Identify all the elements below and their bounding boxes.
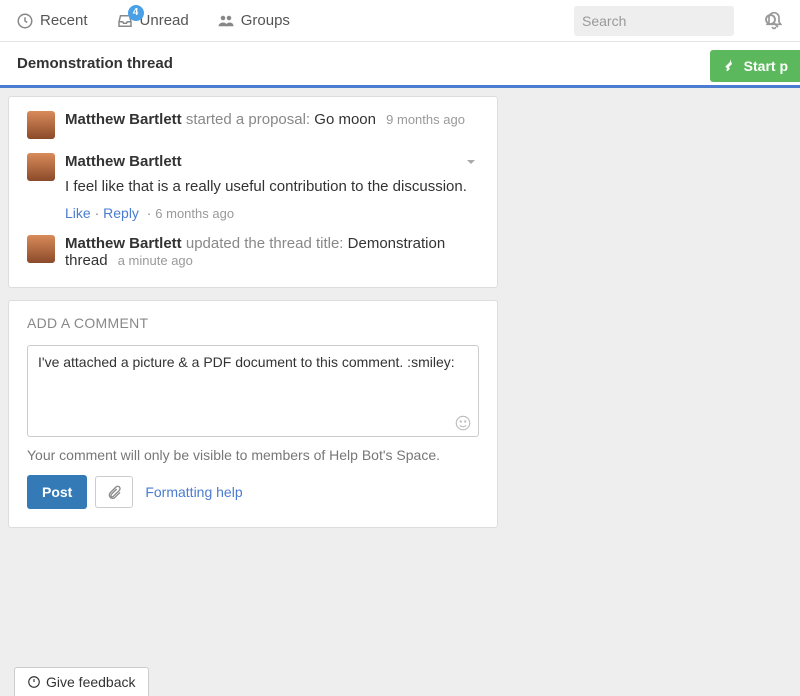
comment-textarea[interactable]	[38, 354, 468, 414]
activity-feed: Matthew Bartlett started a proposal: Go …	[8, 96, 498, 288]
author-name[interactable]: Matthew Bartlett	[65, 235, 182, 252]
start-proposal-button[interactable]: Start p	[710, 50, 800, 82]
post-button[interactable]: Post	[27, 475, 87, 509]
comment-textarea-wrap	[27, 345, 479, 437]
nav-groups[interactable]: Groups	[217, 12, 290, 30]
like-link[interactable]: Like	[65, 205, 91, 221]
add-comment-label: ADD A COMMENT	[27, 315, 479, 331]
chevron-down-icon[interactable]	[463, 153, 479, 169]
attach-button[interactable]	[95, 476, 133, 507]
activity-action: updated the thread title:	[186, 235, 344, 252]
clock-icon	[16, 12, 34, 30]
add-comment-card: ADD A COMMENT Your comment will only be …	[8, 300, 498, 528]
activity-action: started a proposal:	[186, 111, 310, 128]
avatar[interactable]	[27, 235, 55, 263]
thread-title: Demonstration thread	[17, 55, 173, 72]
nav-unread[interactable]: 4 Unread	[116, 11, 189, 29]
author-name[interactable]: Matthew Bartlett	[65, 111, 182, 128]
users-icon	[217, 12, 235, 30]
smiley-icon[interactable]	[454, 414, 472, 432]
visibility-note: Your comment will only be visible to mem…	[27, 447, 479, 463]
bell-icon[interactable]	[764, 11, 784, 31]
activity-meta: a minute ago	[118, 253, 193, 268]
paperclip-icon	[106, 483, 122, 499]
start-proposal-label: Start p	[744, 58, 788, 74]
avatar[interactable]	[27, 111, 55, 139]
formatting-help-link[interactable]: Formatting help	[145, 484, 242, 500]
feedback-label: Give feedback	[46, 674, 136, 690]
activity-meta: 6 months ago	[155, 206, 234, 221]
search-input[interactable]	[582, 13, 763, 29]
nav-recent-label: Recent	[40, 12, 88, 29]
top-nav: Recent 4 Unread Groups	[0, 0, 800, 42]
reply-link[interactable]: Reply	[103, 205, 139, 221]
search-box[interactable]	[574, 6, 734, 36]
feedback-button[interactable]: Give feedback	[14, 667, 149, 696]
author-name[interactable]: Matthew Bartlett	[65, 153, 182, 170]
activity-meta: 9 months ago	[386, 112, 465, 127]
thread-header: Demonstration thread	[0, 42, 800, 88]
comment-body: I feel like that is a really useful cont…	[65, 176, 479, 197]
activity-item: Matthew Bartlett started a proposal: Go …	[27, 111, 479, 139]
unread-badge: 4	[128, 5, 144, 21]
activity-item: Matthew Bartlett updated the thread titl…	[27, 235, 479, 269]
nav-unread-label: Unread	[140, 12, 189, 29]
nav-groups-label: Groups	[241, 12, 290, 29]
activity-item: Matthew Bartlett I feel like that is a r…	[27, 153, 479, 221]
nav-recent[interactable]: Recent	[16, 12, 88, 30]
activity-subject[interactable]: Go moon	[314, 111, 376, 128]
avatar[interactable]	[27, 153, 55, 181]
